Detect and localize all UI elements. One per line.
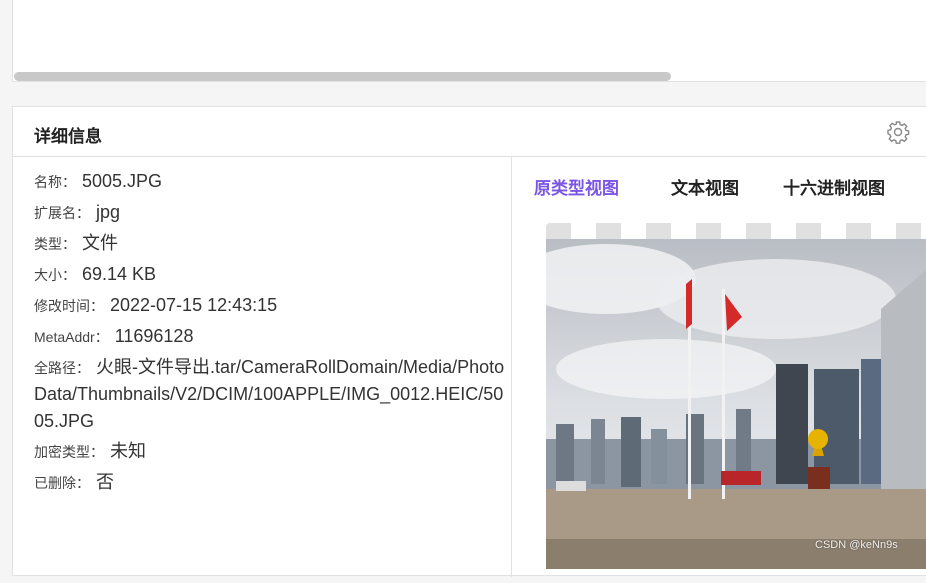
info-row-metaaddr: MetaAddr： 11696128 <box>34 323 506 350</box>
info-row-size: 大小： 69.14 KB <box>34 261 506 288</box>
details-panel: 详细信息 名称： 5005.JPG 扩展名： jpg 类型： 文件 大小： 69.14 … <box>12 106 926 577</box>
tab-text-view[interactable]: 文本视图 <box>671 174 739 199</box>
properties-column: 名称： 5005.JPG 扩展名： jpg 类型： 文件 大小： 69.14 KB 修改… <box>13 157 512 577</box>
deleted-value: 否 <box>96 472 114 492</box>
watermark: CSDN @keNn9s <box>815 539 898 551</box>
transparency-checker <box>546 223 926 239</box>
name-value: 5005.JPG <box>82 171 163 191</box>
info-row-name: 名称： 5005.JPG <box>34 168 506 195</box>
info-row-extension: 扩展名： jpg <box>34 199 506 226</box>
info-row-deleted: 已删除： 否 <box>34 469 506 496</box>
metaaddr-label: MetaAddr： <box>34 329 109 345</box>
encryption-label: 加密类型： <box>34 444 104 460</box>
type-label: 类型： <box>34 236 76 252</box>
metaaddr-value: 11696128 <box>114 326 194 346</box>
horizontal-scrollbar[interactable] <box>14 72 671 81</box>
name-label: 名称： <box>34 174 76 190</box>
full-path-label: 全路径： <box>34 360 90 376</box>
gear-icon[interactable] <box>886 120 910 144</box>
image-preview <box>546 223 926 583</box>
info-row-full-path: 全路径： 火眼-文件导出.tar/CameraRollDomain/Media/P… <box>34 354 506 435</box>
encryption-value: 未知 <box>110 441 146 461</box>
preview-photo <box>546 239 926 569</box>
info-row-type: 类型： 文件 <box>34 230 506 257</box>
deleted-label: 已删除： <box>34 475 90 491</box>
extension-value: jpg <box>96 202 121 222</box>
size-label: 大小： <box>34 267 76 283</box>
size-value: 69.14 KB <box>82 264 157 284</box>
modified-time-label: 修改时间： <box>34 298 104 314</box>
panel-title: 详细信息 <box>34 127 102 146</box>
info-row-encryption: 加密类型： 未知 <box>34 438 506 465</box>
info-row-modified-time: 修改时间： 2022-07-15 12:43:15 <box>34 292 506 319</box>
extension-label: 扩展名： <box>34 205 90 221</box>
tab-original-view[interactable]: 原类型视图 <box>534 174 619 199</box>
modified-time-value: 2022-07-15 12:43:15 <box>110 295 278 315</box>
top-panel <box>12 0 926 82</box>
full-path-value: 火眼-文件导出.tar/CameraRollDomain/Media/Photo… <box>34 357 505 431</box>
tab-hex-view[interactable]: 十六进制视图 <box>783 174 885 199</box>
type-value: 文件 <box>82 233 118 253</box>
panel-header: 详细信息 <box>13 107 926 157</box>
